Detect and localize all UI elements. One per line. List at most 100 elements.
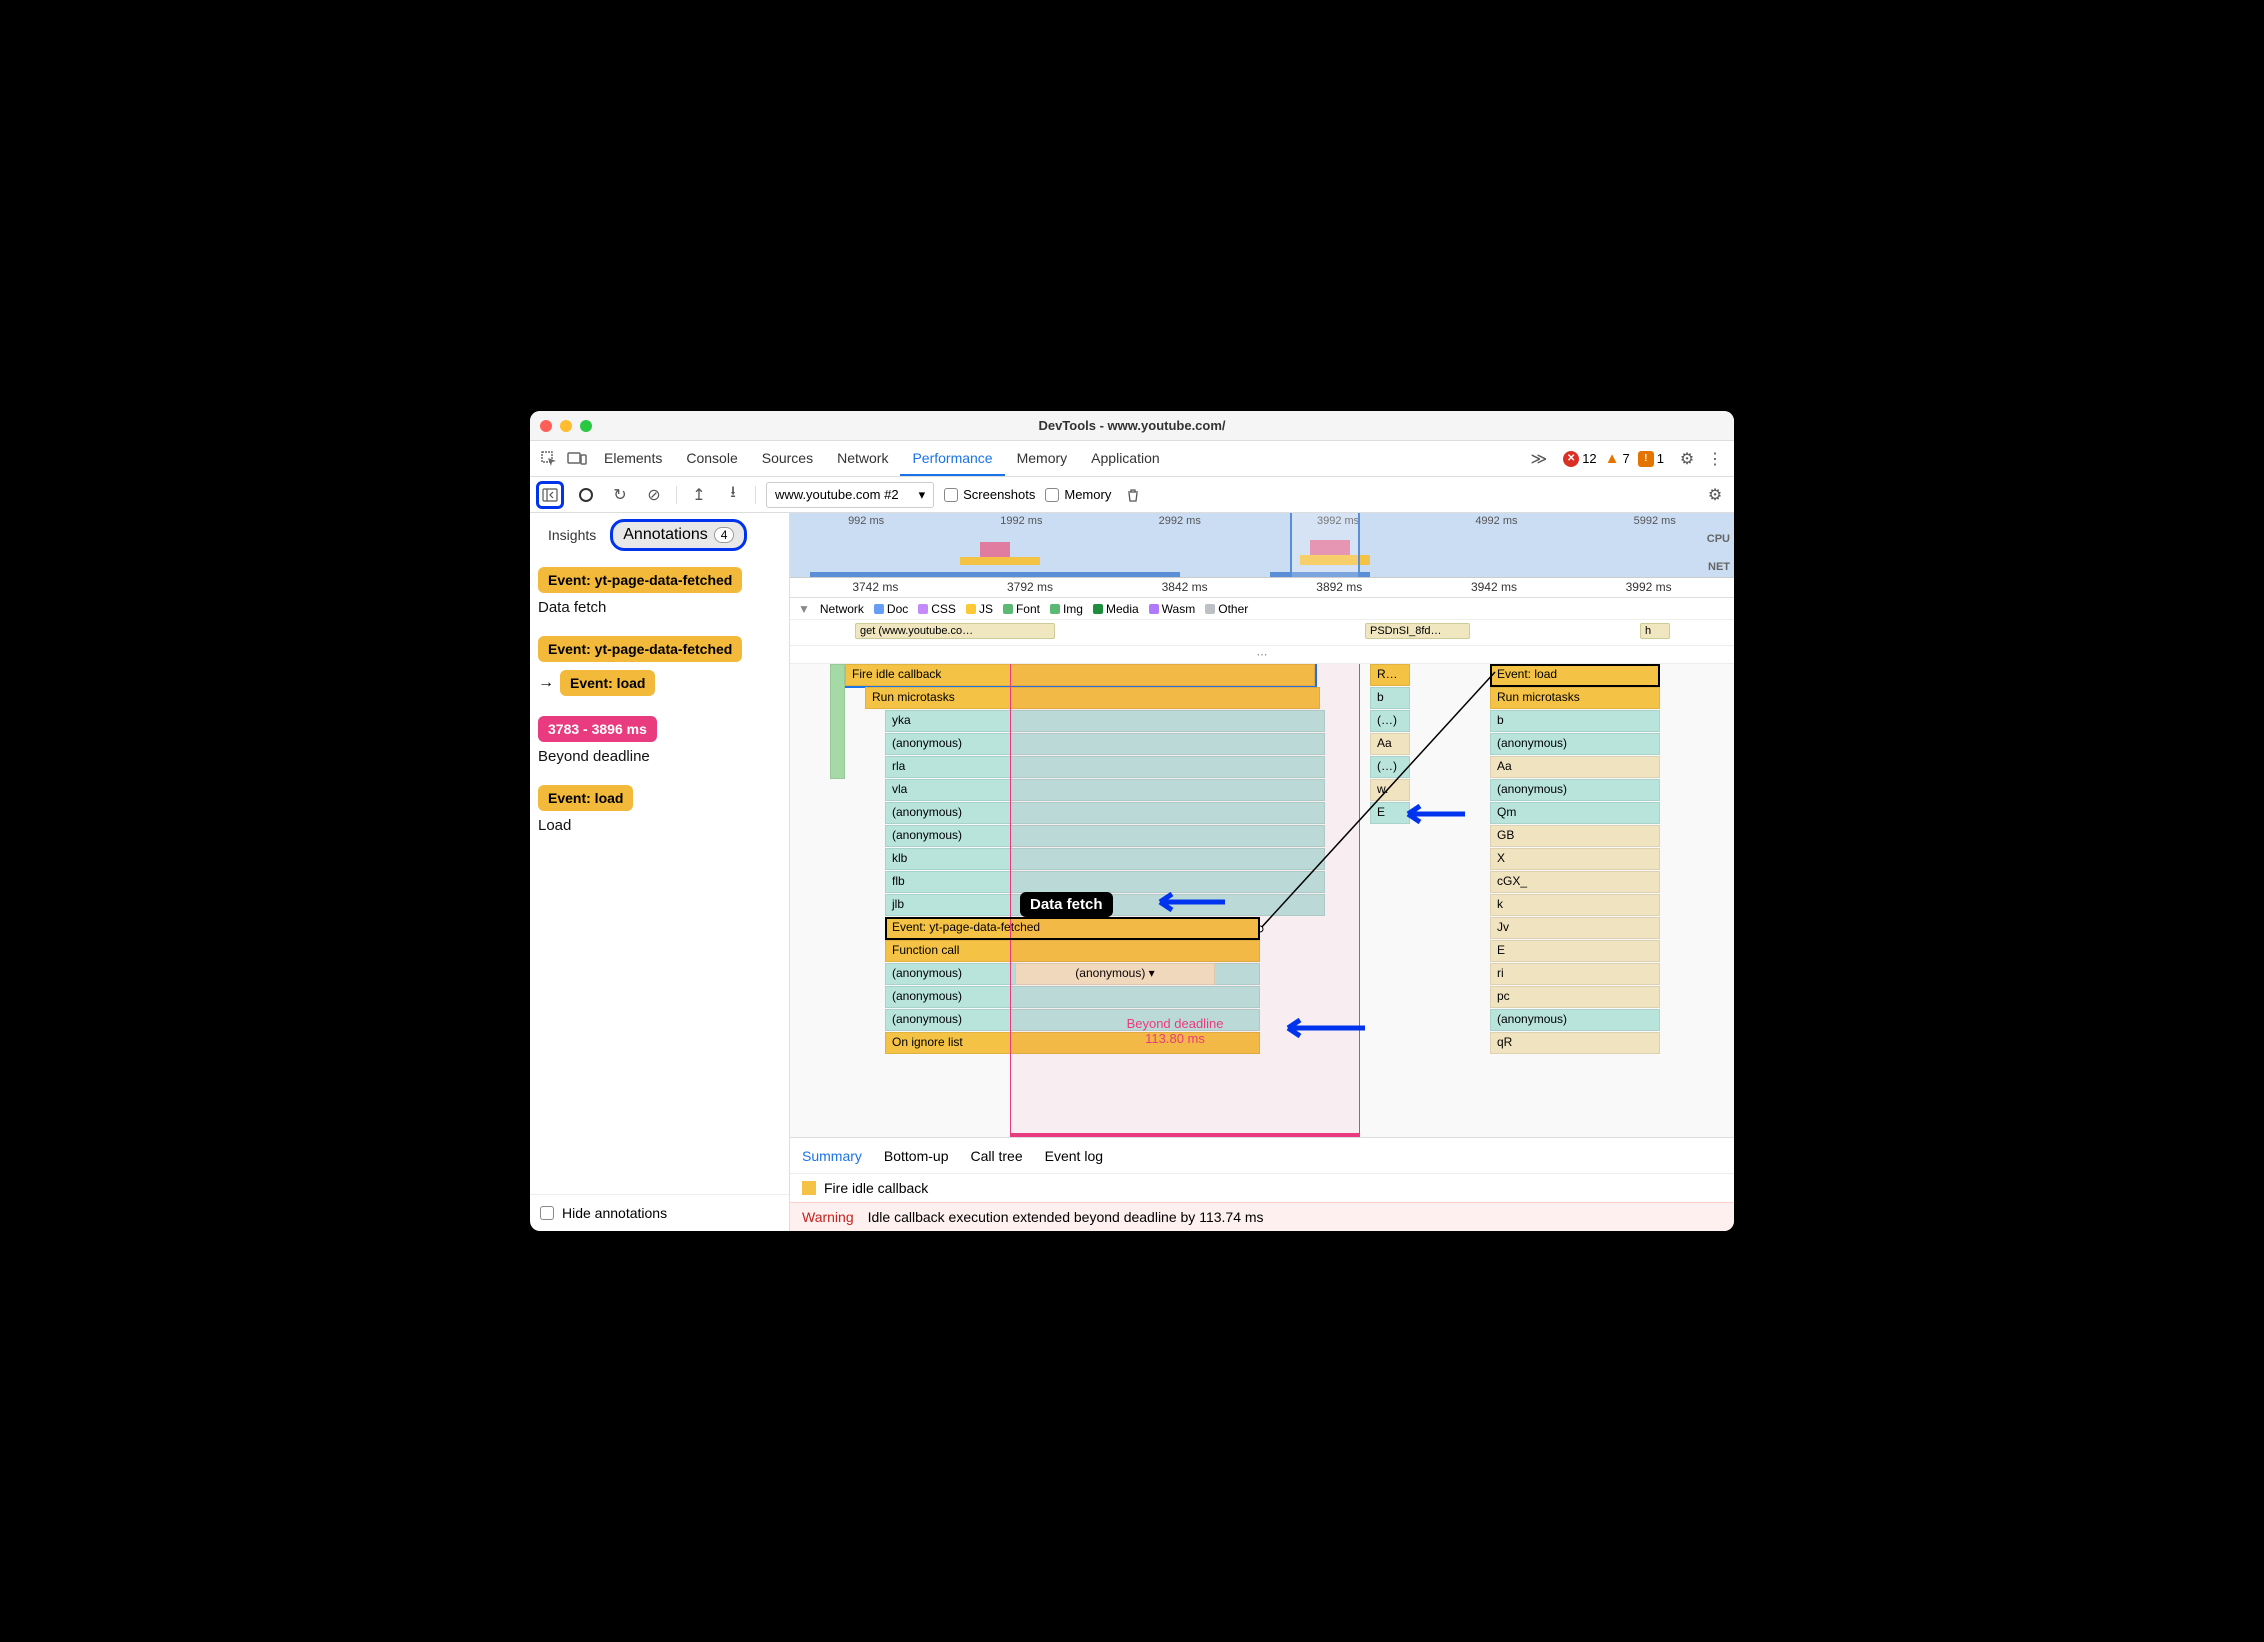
tab-memory[interactable]: Memory <box>1005 442 1080 476</box>
detail-tab-call-tree[interactable]: Call tree <box>971 1148 1023 1164</box>
flame-entry[interactable]: Jv <box>1490 917 1660 939</box>
titlebar: DevTools - www.youtube.com/ <box>530 411 1734 441</box>
ellipsis-row: ⋯ <box>790 646 1734 664</box>
body: Insights Annotations 4 Event: yt-page-da… <box>530 513 1734 1231</box>
flame-entry[interactable]: Qm <box>1490 802 1660 824</box>
flame-entry[interactable]: k <box>1490 894 1660 916</box>
flame-entry[interactable] <box>830 664 845 779</box>
deadline-label: Beyond deadline <box>1090 1016 1260 1031</box>
detail-tab-event-log[interactable]: Event log <box>1045 1148 1103 1164</box>
sidebar: Insights Annotations 4 Event: yt-page-da… <box>530 513 790 1231</box>
flame-entry[interactable]: Aa <box>1490 756 1660 778</box>
tab-network[interactable]: Network <box>825 442 900 476</box>
gc-icon[interactable] <box>1121 483 1145 507</box>
flame-entry[interactable]: (anonymous) <box>1490 779 1660 801</box>
record-icon[interactable] <box>574 483 598 507</box>
tab-performance[interactable]: Performance <box>900 442 1004 476</box>
warning-text: Idle callback execution extended beyond … <box>868 1209 1264 1225</box>
detail-tab-summary[interactable]: Summary <box>802 1148 862 1164</box>
network-label: Network <box>820 602 864 616</box>
tab-application[interactable]: Application <box>1079 442 1172 476</box>
download-icon[interactable]: ⭳ <box>721 483 745 507</box>
info-count: 1 <box>1657 451 1664 466</box>
annotation-item[interactable]: 3783 - 3896 msBeyond deadline <box>538 716 781 765</box>
tab-sources[interactable]: Sources <box>750 442 825 476</box>
legend-item: Doc <box>874 602 908 616</box>
legend-item: Wasm <box>1149 602 1196 616</box>
annotation-link: → Event: load <box>538 670 781 696</box>
annotation-description: Beyond deadline <box>538 748 781 765</box>
callout-data-fetch: Data fetch <box>1020 892 1113 917</box>
annotation-item[interactable]: Event: load Load <box>538 785 781 834</box>
flame-entry[interactable]: ri <box>1490 963 1660 985</box>
flame-entry[interactable]: Run microtasks <box>1490 687 1660 709</box>
sidebar-footer: Hide annotations <box>530 1194 789 1231</box>
summary-event-name: Fire idle callback <box>824 1180 928 1196</box>
flame-entry[interactable]: pc <box>1490 986 1660 1008</box>
sidebar-tabs: Insights Annotations 4 <box>530 513 789 557</box>
network-legend: DocCSSJSFontImgMediaWasmOther <box>874 602 1248 616</box>
warning-row: Warning Idle callback execution extended… <box>790 1202 1734 1231</box>
main-tab-row: ElementsConsoleSourcesNetworkPerformance… <box>530 441 1734 477</box>
recording-select[interactable]: www.youtube.com #2 ▾ <box>766 482 934 508</box>
reload-icon[interactable]: ↻ <box>608 483 632 507</box>
detail-tab-bottom-up[interactable]: Bottom-up <box>884 1148 949 1164</box>
annotations-tab-label: Annotations <box>623 526 708 544</box>
upload-icon[interactable]: ↥ <box>687 483 711 507</box>
flame-entry[interactable]: (anonymous) <box>1490 733 1660 755</box>
info-badge[interactable]: !1 <box>1638 451 1664 467</box>
status-badges: ✕12 ▲7 !1 <box>1555 450 1672 467</box>
annotation-description: Load <box>538 817 781 834</box>
legend-item: JS <box>966 602 993 616</box>
annotations-count: 4 <box>714 527 735 543</box>
flame-entry[interactable]: cGX_ <box>1490 871 1660 893</box>
flame-chart[interactable]: Data fetch Load Beyond deadline 113.80 m… <box>790 664 1734 1137</box>
memory-checkbox[interactable]: Memory <box>1045 487 1111 502</box>
network-bars[interactable]: get (www.youtube.co… PSDnSI_8fd… h <box>790 620 1734 646</box>
arrow-right-icon: → <box>538 674 554 692</box>
error-badge[interactable]: ✕12 <box>1563 451 1596 467</box>
clear-icon[interactable]: ⊘ <box>642 483 666 507</box>
overview-ticks: 992 ms1992 ms2992 ms3992 ms4992 ms5992 m… <box>790 513 1734 527</box>
hide-annotations-label: Hide annotations <box>562 1205 667 1221</box>
more-tabs-icon[interactable]: ≫ <box>1524 449 1553 469</box>
tab-elements[interactable]: Elements <box>592 442 674 476</box>
flame-entry[interactable]: (anonymous) <box>1490 1009 1660 1031</box>
flame-entry[interactable]: Event: load <box>1490 664 1660 686</box>
flame-entry[interactable]: b <box>1490 710 1660 732</box>
tab-annotations[interactable]: Annotations 4 <box>610 519 747 551</box>
warning-badge[interactable]: ▲7 <box>1605 450 1630 467</box>
annotation-item[interactable]: Event: yt-page-data-fetchedData fetch <box>538 567 781 616</box>
network-request-bar[interactable]: h <box>1640 623 1670 639</box>
network-track-header[interactable]: ▼ Network DocCSSJSFontImgMediaWasmOther <box>790 598 1734 620</box>
settings-icon[interactable]: ⚙ <box>1674 449 1700 469</box>
device-toggle-icon[interactable] <box>564 446 590 472</box>
tab-insights[interactable]: Insights <box>538 521 606 549</box>
inspect-icon[interactable] <box>536 446 562 472</box>
network-request-bar[interactable]: get (www.youtube.co… <box>855 623 1055 639</box>
flame-entry[interactable]: X <box>1490 848 1660 870</box>
annotations-list: Event: yt-page-data-fetchedData fetch Eve… <box>530 557 789 1194</box>
sidebar-toggle-icon[interactable] <box>536 481 564 509</box>
net-label: NET <box>1708 561 1730 573</box>
flame-entry[interactable]: GB <box>1490 825 1660 847</box>
flame-entry[interactable]: E <box>1490 940 1660 962</box>
main-tabs: ElementsConsoleSourcesNetworkPerformance… <box>592 442 1522 476</box>
annotation-pill: Event: load <box>538 785 633 811</box>
flame-entry[interactable]: qR <box>1490 1032 1660 1054</box>
overview-tick: 2992 ms <box>1159 515 1201 527</box>
annotation-item[interactable]: Event: yt-page-data-fetched→Event: load <box>538 636 781 696</box>
panel-settings-icon[interactable]: ⚙ <box>1702 485 1728 505</box>
screenshots-checkbox[interactable]: Screenshots <box>944 487 1035 502</box>
time-ruler[interactable]: 3742 ms3792 ms3842 ms3892 ms3942 ms3992 … <box>790 578 1734 598</box>
overview-timeline[interactable]: 992 ms1992 ms2992 ms3992 ms4992 ms5992 m… <box>790 513 1734 578</box>
performance-toolbar: ↻ ⊘ ↥ ⭳ www.youtube.com #2 ▾ Screenshots… <box>530 477 1734 513</box>
tab-console[interactable]: Console <box>674 442 749 476</box>
kebab-menu-icon[interactable]: ⋮ <box>1702 449 1728 469</box>
network-request-bar[interactable]: PSDnSI_8fd… <box>1365 623 1470 639</box>
legend-item: Media <box>1093 602 1139 616</box>
hide-annotations-checkbox[interactable] <box>540 1206 554 1220</box>
warning-count: 7 <box>1623 451 1630 466</box>
ruler-tick: 3992 ms <box>1626 580 1672 595</box>
annotation-link-pill: Event: load <box>560 670 655 696</box>
